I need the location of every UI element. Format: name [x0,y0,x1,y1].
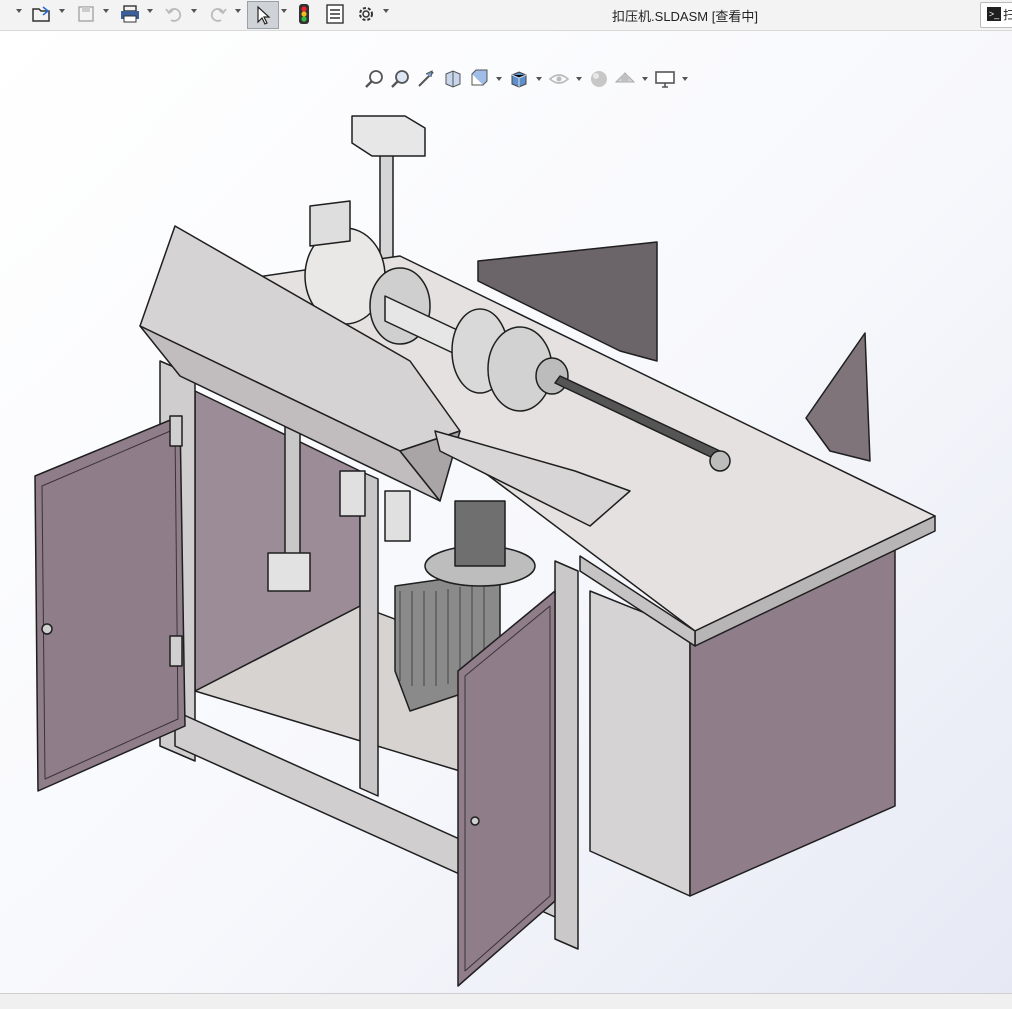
left-cabinet-door[interactable] [34,415,186,792]
graphics-area[interactable] [0,31,1012,993]
document-title: 扣压机.SLDASM [查看中] [612,9,758,24]
valve-2 [384,490,411,542]
rod-end-nut [709,450,731,472]
redo-icon [210,8,227,22]
command-search-text: 扫 [1003,8,1012,22]
control-box [351,115,426,157]
options-button[interactable] [354,3,378,25]
rebuild-button[interactable] [294,3,314,25]
file-properties-button[interactable] [323,3,347,25]
redo-dropdown-arrow[interactable] [235,9,241,13]
select-dropdown-arrow[interactable] [281,9,287,13]
traffic-light-icon [299,4,309,24]
guide-rod [284,410,301,562]
redo-button[interactable] [206,3,230,25]
undo-dropdown-arrow[interactable] [191,9,197,13]
shaft-coupling [535,357,569,395]
right-side-plate [805,332,871,462]
terminal-icon: >_ [987,7,1001,21]
open-dropdown-arrow[interactable] [59,9,65,13]
door-handle[interactable] [470,816,480,826]
valve-1 [339,470,366,517]
open-folder-icon [32,6,50,22]
save-disk-icon [78,6,94,22]
rod-clamp-block [267,552,311,592]
save-dropdown-arrow[interactable] [103,9,109,13]
undo-icon [165,8,182,22]
middle-frame-post [359,470,379,797]
open-file-button[interactable] [30,3,54,25]
title-bar: 扣压机.SLDASM [查看中] >_ 扫 [0,0,1012,31]
right-cabinet-front-panel [589,590,691,897]
cursor-arrow-icon [257,5,271,25]
properties-list-icon [326,4,344,24]
gear-icon [359,7,373,21]
printer-icon [121,5,139,23]
options-dropdown-arrow[interactable] [383,9,389,13]
print-button[interactable] [118,3,142,25]
hydraulic-motor [454,500,506,567]
front-right-frame-post [554,560,579,950]
limit-switch-bracket [309,200,351,247]
door-hinge-top [169,415,183,447]
crimping-machine-assembly[interactable] [0,31,1012,993]
door-hinge-bottom [169,635,183,667]
print-dropdown-arrow[interactable] [147,9,153,13]
save-button[interactable] [74,3,98,25]
new-document-button[interactable] [0,3,22,25]
status-bar [0,993,1012,1009]
select-button[interactable] [247,1,279,29]
new-dropdown-arrow[interactable] [16,9,22,13]
door-lock[interactable] [41,623,53,635]
undo-button[interactable] [162,3,186,25]
